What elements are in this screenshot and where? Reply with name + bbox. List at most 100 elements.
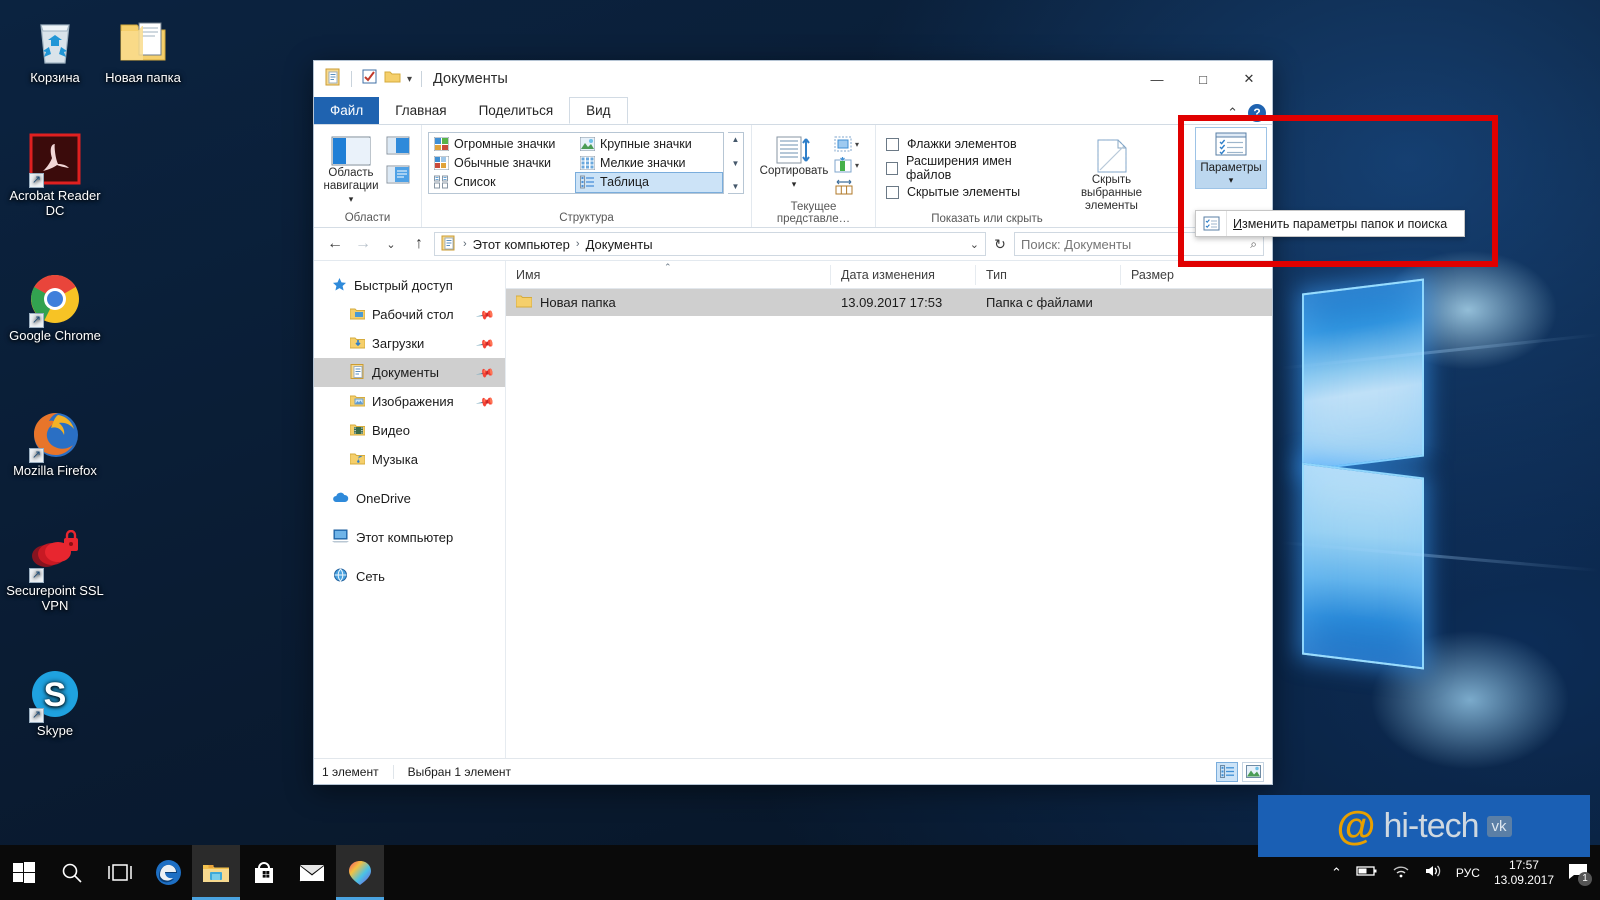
breadcrumb[interactable]: › Этот компьютер › Документы ⌄	[434, 232, 986, 256]
breadcrumb-item-this-pc[interactable]: Этот компьютер	[473, 237, 570, 252]
preview-pane-button[interactable]	[386, 136, 410, 160]
checkbox-hidden-items[interactable]: Скрытые элементы	[886, 180, 1047, 204]
up-button[interactable]: ↑	[406, 231, 432, 257]
help-button[interactable]: ?	[1248, 104, 1266, 122]
sidebar-item-pictures[interactable]: Изображения 📌	[314, 387, 505, 416]
breadcrumb-item-documents[interactable]: Документы	[586, 237, 653, 252]
menu-item-change-folder-and-search-options[interactable]: Изменить параметры папок и поиска	[1226, 211, 1464, 236]
language-indicator[interactable]: РУС	[1456, 866, 1480, 880]
desktop-icon-acrobat-reader[interactable]: ↗ Acrobat Reader DC	[0, 130, 110, 218]
layout-option-list[interactable]: Список	[430, 173, 576, 192]
table-row[interactable]: Новая папка 13.09.2017 17:53 Папка с фай…	[506, 289, 1272, 316]
layout-option-huge-icons[interactable]: Огромные значки	[430, 134, 576, 153]
tab-view[interactable]: Вид	[569, 97, 628, 124]
this-pc-icon	[332, 529, 349, 546]
pictures-folder-icon	[349, 394, 366, 410]
desktop-icon-skype[interactable]: S ↗ Skype	[0, 665, 110, 738]
pin-icon[interactable]: 📌	[475, 362, 495, 382]
maximize-button[interactable]: □	[1180, 61, 1226, 97]
address-dropdown-icon[interactable]: ⌄	[970, 238, 979, 251]
sidebar-item-this-pc[interactable]: Этот компьютер	[314, 523, 505, 552]
layout-option-large-icons[interactable]: Крупные значки	[576, 134, 722, 153]
battery-icon[interactable]	[1356, 864, 1378, 881]
size-all-columns-button[interactable]	[834, 178, 860, 201]
tab-home[interactable]: Главная	[379, 97, 462, 124]
refresh-button[interactable]: ↻	[988, 232, 1012, 256]
pin-icon[interactable]: 📌	[475, 333, 495, 353]
layout-scrollbar[interactable]: ▲ ▼ ▼	[728, 132, 744, 194]
sidebar-item-downloads[interactable]: Загрузки 📌	[314, 329, 505, 358]
sidebar-item-videos[interactable]: Видео	[314, 416, 505, 445]
hide-selected-label-2: элементы	[1085, 200, 1138, 212]
taskbar-clock[interactable]: 17:57 13.09.2017	[1494, 858, 1554, 888]
forward-button[interactable]: →	[350, 231, 376, 257]
desktop-icon-securepoint-vpn[interactable]: ↗ Securepoint SSL VPN	[0, 525, 110, 613]
layout-options-list[interactable]: Огромные значки Крупные значки Обычные з…	[428, 132, 724, 194]
chevron-down-icon[interactable]: ▾	[1229, 174, 1234, 186]
back-button[interactable]: ←	[322, 231, 348, 257]
scroll-expand-icon[interactable]: ▼	[732, 182, 740, 191]
sidebar-item-onedrive[interactable]: OneDrive	[314, 484, 505, 513]
checkbox-box[interactable]	[886, 185, 899, 199]
pin-icon[interactable]: 📌	[475, 391, 495, 411]
start-button[interactable]	[0, 845, 48, 900]
column-header-size[interactable]: Размер	[1121, 265, 1216, 285]
large-icons-view-button[interactable]	[1242, 761, 1264, 782]
minimize-button[interactable]: —	[1134, 61, 1180, 97]
column-chooser-button[interactable]: ▾	[834, 157, 860, 173]
sidebar-item-desktop[interactable]: Рабочий стол 📌	[314, 300, 505, 329]
details-pane-button[interactable]	[386, 165, 410, 189]
column-header-type[interactable]: Тип	[976, 264, 1121, 285]
quick-access-toolbar: ▾	[314, 68, 425, 91]
chevron-down-icon[interactable]: ▾	[855, 140, 859, 149]
desktop-icon-new-folder[interactable]: Новая папка	[88, 12, 198, 85]
sidebar-item-documents[interactable]: Документы 📌	[314, 358, 505, 387]
paint3d-button[interactable]	[336, 845, 384, 900]
scroll-up-icon[interactable]: ▲	[732, 135, 740, 144]
navigation-pane-button[interactable]: Область навигации ▾	[320, 132, 382, 206]
volume-icon[interactable]	[1424, 864, 1442, 881]
folder-icon[interactable]	[384, 69, 401, 89]
checkbox-file-extensions[interactable]: Расширения имен файлов	[886, 154, 1047, 182]
chevron-down-icon[interactable]: ▾	[855, 161, 859, 170]
hide-selected-items-button[interactable]: Скрыть выбранные элементы	[1061, 132, 1162, 213]
sidebar-item-music[interactable]: Музыка	[314, 445, 505, 474]
chevron-down-icon[interactable]: ▾	[407, 74, 412, 85]
view-mode-buttons	[1216, 761, 1264, 782]
scroll-down-icon[interactable]: ▼	[732, 159, 740, 168]
search-icon[interactable]: ⌕	[1250, 237, 1257, 252]
checkbox-box[interactable]	[886, 137, 899, 151]
desktop-icon-mozilla-firefox[interactable]: ↗ Mozilla Firefox	[0, 405, 110, 478]
collapse-ribbon-icon[interactable]: ⌃	[1227, 105, 1238, 121]
properties-icon[interactable]	[324, 68, 342, 91]
file-explorer-button[interactable]	[192, 845, 240, 900]
search-button[interactable]	[48, 845, 96, 900]
sidebar-item-quick-access[interactable]: Быстрый доступ	[314, 271, 505, 300]
close-button[interactable]: ✕	[1226, 61, 1272, 97]
add-columns-button[interactable]: ▾	[834, 136, 860, 152]
desktop-icon-google-chrome[interactable]: ↗ Google Chrome	[0, 270, 110, 343]
sidebar-item-network[interactable]: Сеть	[314, 562, 505, 591]
tab-file[interactable]: Файл	[314, 97, 380, 124]
wifi-icon[interactable]	[1392, 864, 1410, 881]
edge-button[interactable]	[144, 845, 192, 900]
layout-option-medium-icons[interactable]: Обычные значки	[430, 153, 576, 172]
layout-option-details[interactable]: Таблица	[575, 171, 723, 194]
show-hidden-icons-button[interactable]: ⌃	[1331, 865, 1342, 881]
tab-share[interactable]: Поделиться	[463, 97, 570, 124]
pin-icon[interactable]: 📌	[475, 304, 495, 324]
checkbox-item-checkboxes[interactable]: Флажки элементов	[886, 132, 1047, 156]
details-view-button[interactable]	[1216, 761, 1238, 782]
options-button[interactable]: Параметры ▾	[1195, 127, 1267, 189]
store-button[interactable]	[240, 845, 288, 900]
mail-button[interactable]	[288, 845, 336, 900]
notification-icon[interactable]: 1	[1568, 863, 1592, 886]
task-view-button[interactable]	[96, 845, 144, 900]
layout-option-small-icons[interactable]: Мелкие значки	[576, 153, 722, 172]
at-symbol-icon: @	[1336, 804, 1376, 848]
column-header-modified[interactable]: Дата изменения	[831, 264, 976, 285]
new-folder-check-icon[interactable]	[361, 68, 378, 90]
checkbox-box[interactable]	[886, 161, 899, 175]
recent-locations-button[interactable]: ⌄	[378, 231, 404, 257]
sort-by-button[interactable]: Сортировать ▾	[758, 132, 830, 191]
